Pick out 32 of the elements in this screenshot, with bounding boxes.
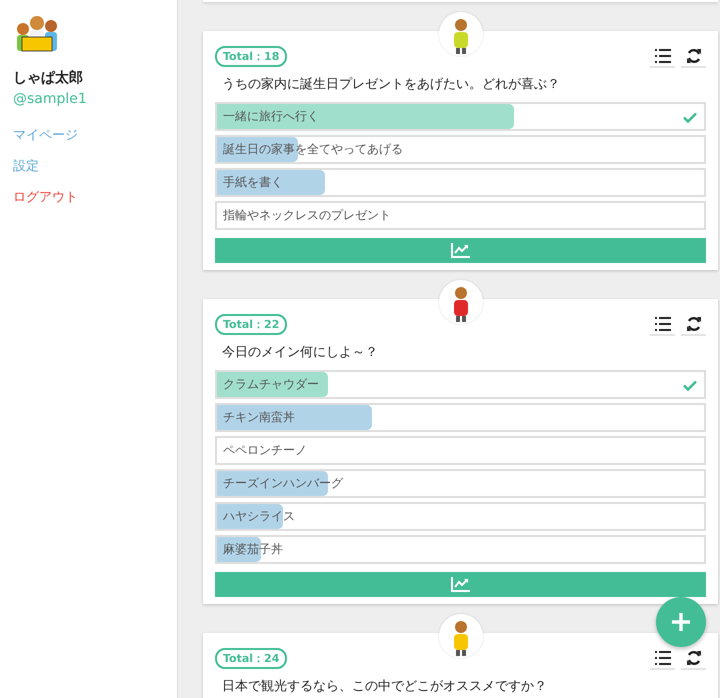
chart-icon [451, 243, 470, 258]
total-badge: Total：22 [215, 314, 288, 335]
total-badge: Total：18 [215, 46, 288, 67]
nav-link[interactable]: 設定 [13, 157, 39, 175]
total-badge: Total：24 [215, 648, 288, 669]
logout-link[interactable]: ログアウト [13, 188, 78, 206]
poll-option[interactable]: 一緒に旅行へ行く [215, 102, 706, 131]
list-icon [654, 48, 670, 62]
poll-question: 今日のメイン何にしよ～？ [222, 344, 379, 361]
user-name: しゃぱ太郎 [13, 69, 83, 87]
refresh-icon [686, 316, 702, 332]
poll-option[interactable]: 手紙を書く [215, 168, 706, 197]
chart-icon [451, 577, 470, 592]
poll-option[interactable]: ペペロンチーノ [215, 436, 706, 465]
refresh-icon [686, 48, 702, 64]
user-handle: @sample1 [13, 91, 87, 107]
nav-link[interactable]: マイページ [13, 126, 78, 144]
list-icon [654, 650, 670, 664]
poll-option[interactable]: 指輪やネックレスのプレゼント [215, 201, 706, 230]
refresh-icon [686, 650, 702, 666]
poll-option[interactable]: チーズインハンバーグ [215, 469, 706, 498]
poll-question: 日本で観光するなら、この中でどこがオススメですか？ [222, 678, 548, 695]
poll-question: うちの家内に誕生日プレゼントをあげたい。どれが喜ぶ？ [222, 76, 561, 93]
poll-option[interactable]: 麻婆茄子丼 [215, 535, 706, 564]
check-icon [683, 112, 697, 123]
poll-option[interactable]: 誕生日の家事を全てやってあげる [215, 135, 706, 164]
poll-option[interactable]: ハヤシライス [215, 502, 706, 531]
plus-icon [672, 613, 690, 631]
poll-option[interactable]: チキン南蛮丼 [215, 403, 706, 432]
list-icon [654, 316, 670, 330]
check-icon [683, 380, 697, 391]
poll-option[interactable]: クラムチャウダー [215, 370, 706, 399]
